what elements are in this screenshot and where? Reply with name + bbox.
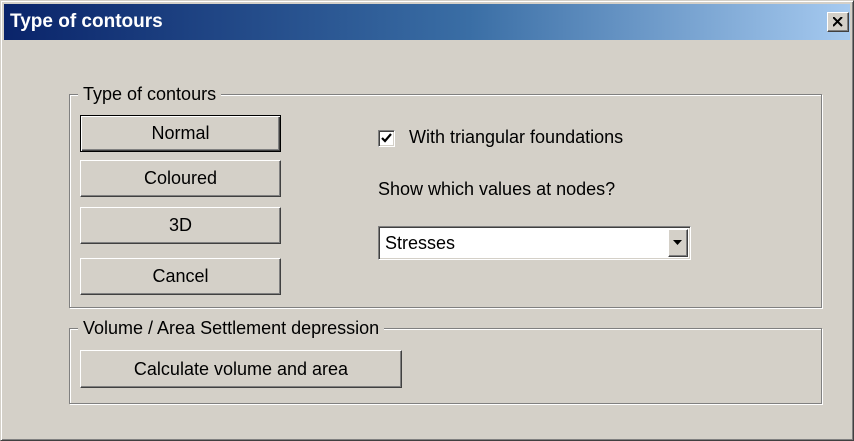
contours-group-label: Type of contours <box>78 83 222 105</box>
node-values-select[interactable]: Stresses <box>378 226 691 260</box>
node-values-label: Show which values at nodes? <box>378 179 616 199</box>
3d-button[interactable]: 3D <box>80 207 281 244</box>
node-values-selected: Stresses <box>385 233 456 253</box>
close-button[interactable] <box>827 12 849 32</box>
cancel-button[interactable]: Cancel <box>80 258 281 295</box>
calculate-volume-button[interactable]: Calculate volume and area <box>80 350 402 388</box>
dropdown-button[interactable] <box>668 229 688 257</box>
title-bar[interactable]: Type of contours <box>4 4 850 40</box>
volume-group-label: Volume / Area Settlement depression <box>78 317 385 339</box>
triangular-foundations-label[interactable]: With triangular foundations <box>409 127 623 148</box>
type-of-contours-dialog: Type of contours Type of contours Normal… <box>0 0 854 441</box>
window-title: Type of contours <box>10 11 163 32</box>
coloured-button[interactable]: Coloured <box>80 160 281 197</box>
normal-button[interactable]: Normal <box>80 115 281 152</box>
triangular-foundations-checkbox[interactable] <box>378 130 395 147</box>
